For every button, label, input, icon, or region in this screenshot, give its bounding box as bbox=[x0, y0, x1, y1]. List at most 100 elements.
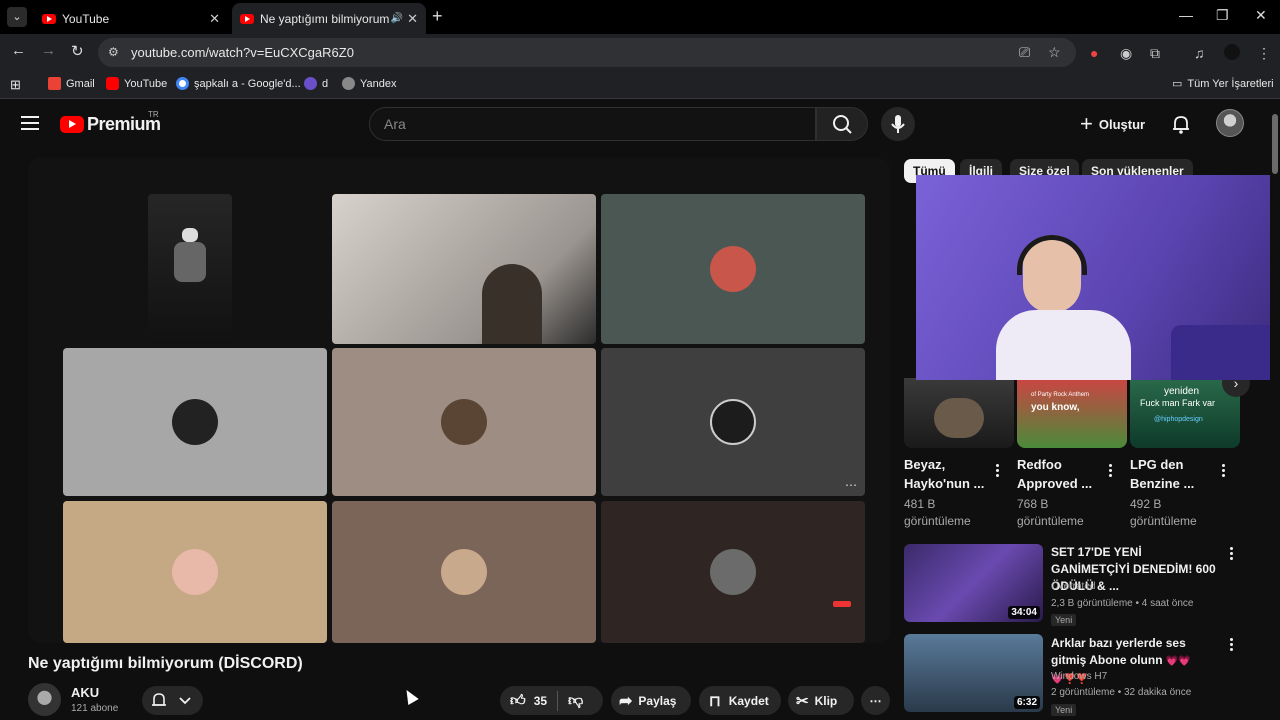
tab-video[interactable]: Ne yaptığımı bilmiyorum (D 🔊 ✕ bbox=[232, 3, 426, 34]
bookmark-gmail[interactable]: Gmail bbox=[48, 77, 95, 90]
youtube-favicon-icon bbox=[42, 13, 56, 24]
media-control-icon[interactable]: ♫ bbox=[1194, 45, 1205, 61]
recommended-thumbnail[interactable]: 6:32 bbox=[904, 634, 1043, 712]
maximize-icon[interactable]: ❐ bbox=[1216, 7, 1229, 24]
profile-icon[interactable] bbox=[1224, 44, 1240, 60]
channel-avatar[interactable] bbox=[28, 683, 61, 716]
couch-figure bbox=[1171, 325, 1280, 380]
participant-tile bbox=[332, 501, 596, 643]
short-menu-icon[interactable] bbox=[1222, 464, 1226, 478]
more-icon: ⋯ bbox=[869, 693, 882, 708]
video-menu-icon[interactable] bbox=[1230, 547, 1234, 561]
close-tab-icon[interactable]: ✕ bbox=[209, 11, 220, 27]
clip-button[interactable]: ✂ Klip bbox=[788, 686, 854, 715]
video-duration: 34:04 bbox=[1008, 606, 1040, 619]
video-title: Ne yaptığımı bilmiyorum (DİSCORD) bbox=[28, 655, 303, 672]
search-input[interactable] bbox=[384, 116, 784, 132]
divider bbox=[557, 690, 559, 711]
participant-avatar bbox=[710, 399, 756, 445]
short-thumbnail[interactable]: of Party Rock Anthem you know, bbox=[1017, 378, 1127, 448]
scrollbar-thumb[interactable] bbox=[1272, 114, 1278, 174]
extension-icon[interactable]: ◉ bbox=[1120, 45, 1132, 62]
video-menu-icon[interactable] bbox=[1230, 638, 1234, 652]
save-button[interactable]: ⊓ Kaydet bbox=[699, 686, 781, 715]
subscribed-button[interactable] bbox=[142, 686, 203, 715]
share-label: Paylaş bbox=[638, 693, 677, 708]
recommended-thumbnail[interactable]: 34:04 bbox=[904, 544, 1043, 622]
bookmark-youtube[interactable]: YouTube bbox=[106, 77, 167, 90]
plus-icon: + bbox=[1080, 111, 1093, 136]
extensions-puzzle-icon[interactable]: ⧉ bbox=[1150, 45, 1160, 62]
short-title[interactable]: LPG den Benzine ... bbox=[1130, 455, 1220, 493]
share-button[interactable]: ➦ Paylaş bbox=[611, 686, 691, 715]
short-thumbnail[interactable] bbox=[904, 378, 1014, 448]
bookmark-icon: ⊓ bbox=[709, 692, 721, 710]
search-box[interactable] bbox=[369, 107, 816, 141]
region-code: TR bbox=[148, 110, 159, 119]
url-text[interactable]: youtube.com/watch?v=EuCXCgaR6Z0 bbox=[131, 45, 354, 60]
omnibox[interactable]: ⚙ youtube.com/watch?v=EuCXCgaR6Z0 ⎚ ☆ bbox=[98, 38, 1076, 67]
create-label: Oluştur bbox=[1098, 116, 1146, 132]
address-bar-row: ← → ↻ ⚙ youtube.com/watch?v=EuCXCgaR6Z0 … bbox=[0, 34, 1280, 72]
create-button[interactable]: + Oluştur bbox=[1080, 111, 1145, 137]
microphone-icon bbox=[891, 115, 905, 133]
minimize-icon[interactable]: — bbox=[1179, 7, 1193, 23]
channel-name[interactable]: AKU bbox=[71, 685, 99, 700]
speaker-icon[interactable]: 🔊 bbox=[391, 13, 403, 24]
back-icon[interactable]: ← bbox=[11, 42, 26, 59]
tab-youtube[interactable]: YouTube ✕ bbox=[34, 3, 228, 34]
menu-icon[interactable] bbox=[21, 116, 39, 130]
bookmark-google[interactable]: şapkalı a - Google'd... bbox=[176, 77, 301, 90]
scrollbar[interactable] bbox=[1270, 100, 1280, 720]
more-menu-icon[interactable]: ⋮ bbox=[1257, 45, 1271, 62]
short-title[interactable]: Redfoo Approved ... bbox=[1017, 455, 1107, 493]
subscriber-count: 121 abone bbox=[71, 703, 119, 714]
video-duration: 6:32 bbox=[1013, 696, 1040, 709]
participant-tile: ⋯ bbox=[601, 348, 865, 496]
participant-tile bbox=[148, 194, 232, 344]
short-menu-icon[interactable] bbox=[1109, 464, 1113, 478]
like-icon[interactable]: 👍︎ bbox=[510, 692, 526, 710]
folder-icon: ▭ bbox=[1172, 78, 1183, 90]
close-tab-icon[interactable]: ✕ bbox=[407, 11, 418, 27]
install-app-icon[interactable]: ⎚ bbox=[1019, 44, 1030, 61]
browser-tab-bar: ⌄ YouTube ✕ Ne yaptığımı bilmiyorum (D 🔊… bbox=[0, 0, 1280, 34]
red-badge-icon bbox=[833, 601, 851, 607]
new-tab-button[interactable]: + bbox=[432, 6, 443, 27]
tab-label: YouTube bbox=[62, 11, 110, 26]
bookmarks-bar: ⊞ Gmail YouTube şapkalı a - Google'd... … bbox=[0, 72, 1280, 99]
reload-icon[interactable]: ↻ bbox=[71, 42, 84, 60]
search-button[interactable] bbox=[816, 107, 868, 141]
short-views: 481 B görüntüleme bbox=[904, 497, 971, 528]
site-info-icon[interactable]: ⚙ bbox=[108, 45, 119, 59]
participant-tile bbox=[63, 348, 327, 496]
like-dislike-group: 👍︎ 35 👎︎ bbox=[500, 686, 603, 715]
recommended-channel[interactable]: Windows H7 bbox=[1051, 671, 1107, 682]
apps-grid-icon[interactable]: ⊞ bbox=[10, 77, 21, 93]
more-icon[interactable]: ⋯ bbox=[845, 478, 857, 492]
dislike-icon[interactable]: 👎︎ bbox=[568, 692, 583, 710]
clip-label: Klip bbox=[814, 693, 838, 708]
bookmark-star-icon[interactable]: ☆ bbox=[1048, 44, 1061, 61]
like-count[interactable]: 35 bbox=[534, 694, 547, 708]
participant-avatar bbox=[172, 549, 218, 595]
bookmark-d[interactable]: d bbox=[304, 77, 328, 90]
youtube-premium-logo[interactable]: Premium TR bbox=[60, 110, 161, 135]
voice-search-button[interactable] bbox=[881, 107, 915, 141]
short-overlay-text: of Party Rock Anthem bbox=[1031, 392, 1090, 398]
short-menu-icon[interactable] bbox=[996, 464, 1000, 478]
site-icon bbox=[304, 77, 317, 90]
more-actions-button[interactable]: ⋯ bbox=[861, 686, 890, 715]
short-title[interactable]: Beyaz, Hayko'nun ... bbox=[904, 455, 994, 493]
tab-search-button[interactable]: ⌄ bbox=[7, 7, 27, 27]
account-avatar[interactable] bbox=[1216, 109, 1244, 137]
extension-icon[interactable]: ● bbox=[1090, 45, 1098, 61]
notifications-button[interactable] bbox=[1170, 113, 1192, 140]
recommended-channel[interactable]: Overrated bbox=[1051, 581, 1095, 592]
close-window-icon[interactable]: ✕ bbox=[1255, 7, 1267, 24]
gmail-icon bbox=[48, 77, 61, 90]
forward-icon[interactable]: → bbox=[41, 42, 56, 59]
video-player[interactable]: ⋯ bbox=[28, 158, 890, 643]
all-bookmarks[interactable]: ▭ Tüm Yer İşaretleri bbox=[1172, 77, 1274, 91]
bookmark-yandex[interactable]: Yandex bbox=[342, 77, 397, 90]
